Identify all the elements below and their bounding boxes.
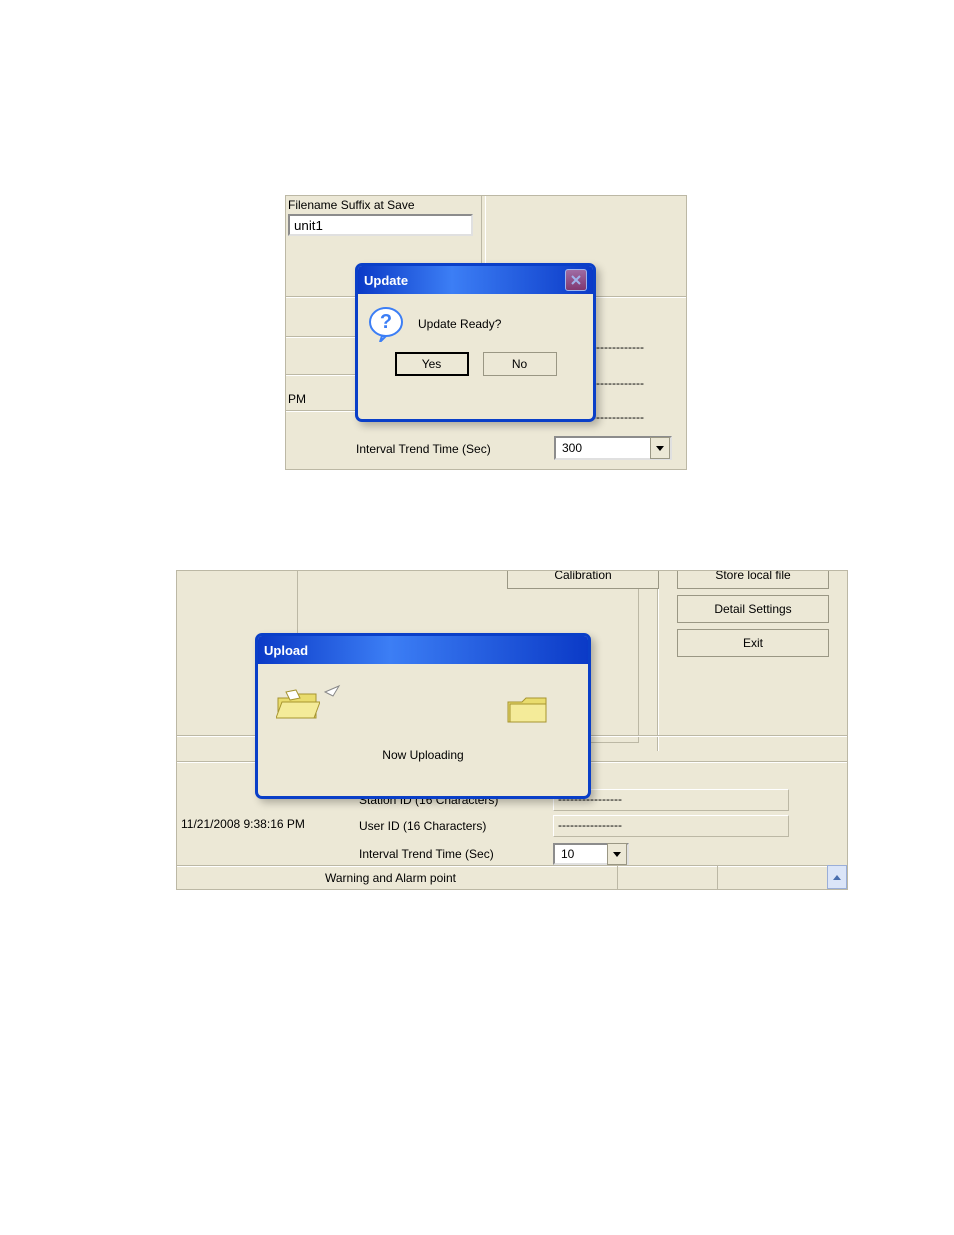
- upload-dialog: Upload Now Uploading: [255, 633, 591, 799]
- interval-trend-label: Interval Trend Time (Sec): [359, 847, 494, 861]
- dialog-titlebar: Upload: [258, 636, 588, 664]
- interval-trend-select[interactable]: 300: [554, 436, 672, 460]
- question-icon: ?: [368, 306, 404, 342]
- user-id-label: User ID (16 Characters): [359, 819, 486, 833]
- detail-settings-button[interactable]: Detail Settings: [677, 595, 829, 623]
- calibration-button[interactable]: Calibration: [507, 570, 659, 589]
- pm-label: PM: [288, 392, 306, 406]
- chevron-down-icon[interactable]: [607, 843, 627, 865]
- user-id-field[interactable]: ----------------: [553, 815, 789, 837]
- scroll-up-button[interactable]: [827, 865, 847, 889]
- update-dialog: Update ? Update Ready? Yes No: [355, 263, 596, 422]
- timestamp-label: 11/21/2008 9:38:16 PM: [181, 817, 305, 831]
- interval-trend-label: Interval Trend Time (Sec): [356, 442, 491, 456]
- divider: [657, 571, 658, 751]
- dialog-title: Update: [364, 273, 408, 288]
- no-button[interactable]: No: [483, 352, 557, 376]
- upload-message: Now Uploading: [258, 748, 588, 762]
- filename-suffix-label: Filename Suffix at Save: [288, 198, 415, 212]
- dialog-title: Upload: [264, 643, 308, 658]
- footer-label: Warning and Alarm point: [325, 871, 456, 885]
- dash-text: -------------: [592, 340, 644, 354]
- divider: [177, 865, 847, 867]
- interval-trend-value: 10: [561, 847, 574, 861]
- divider: [286, 336, 356, 338]
- folder-icon: [506, 692, 550, 728]
- dash-text: -------------: [592, 410, 644, 424]
- dash-text: -------------: [592, 376, 644, 390]
- divider: [617, 865, 618, 889]
- dialog-buttons: Yes No: [358, 352, 593, 386]
- svg-text:?: ?: [380, 311, 392, 333]
- exit-button[interactable]: Exit: [677, 629, 829, 657]
- filename-suffix-input[interactable]: [288, 214, 473, 236]
- folder-open-icon: [276, 688, 320, 724]
- divider: [286, 410, 356, 412]
- divider: [717, 865, 718, 889]
- store-local-file-button[interactable]: Store local file: [677, 570, 829, 589]
- dialog-body: ? Update Ready?: [358, 294, 593, 352]
- divider: [286, 374, 356, 376]
- dialog-titlebar: Update: [358, 266, 593, 294]
- dialog-message: Update Ready?: [418, 317, 501, 331]
- chevron-down-icon[interactable]: [650, 437, 670, 459]
- interval-trend-value: 300: [562, 441, 582, 455]
- dialog-body: Now Uploading: [258, 664, 588, 796]
- yes-button[interactable]: Yes: [395, 352, 469, 376]
- close-icon[interactable]: [565, 269, 587, 291]
- paper-icon: [324, 684, 342, 698]
- interval-trend-select[interactable]: 10: [553, 843, 629, 865]
